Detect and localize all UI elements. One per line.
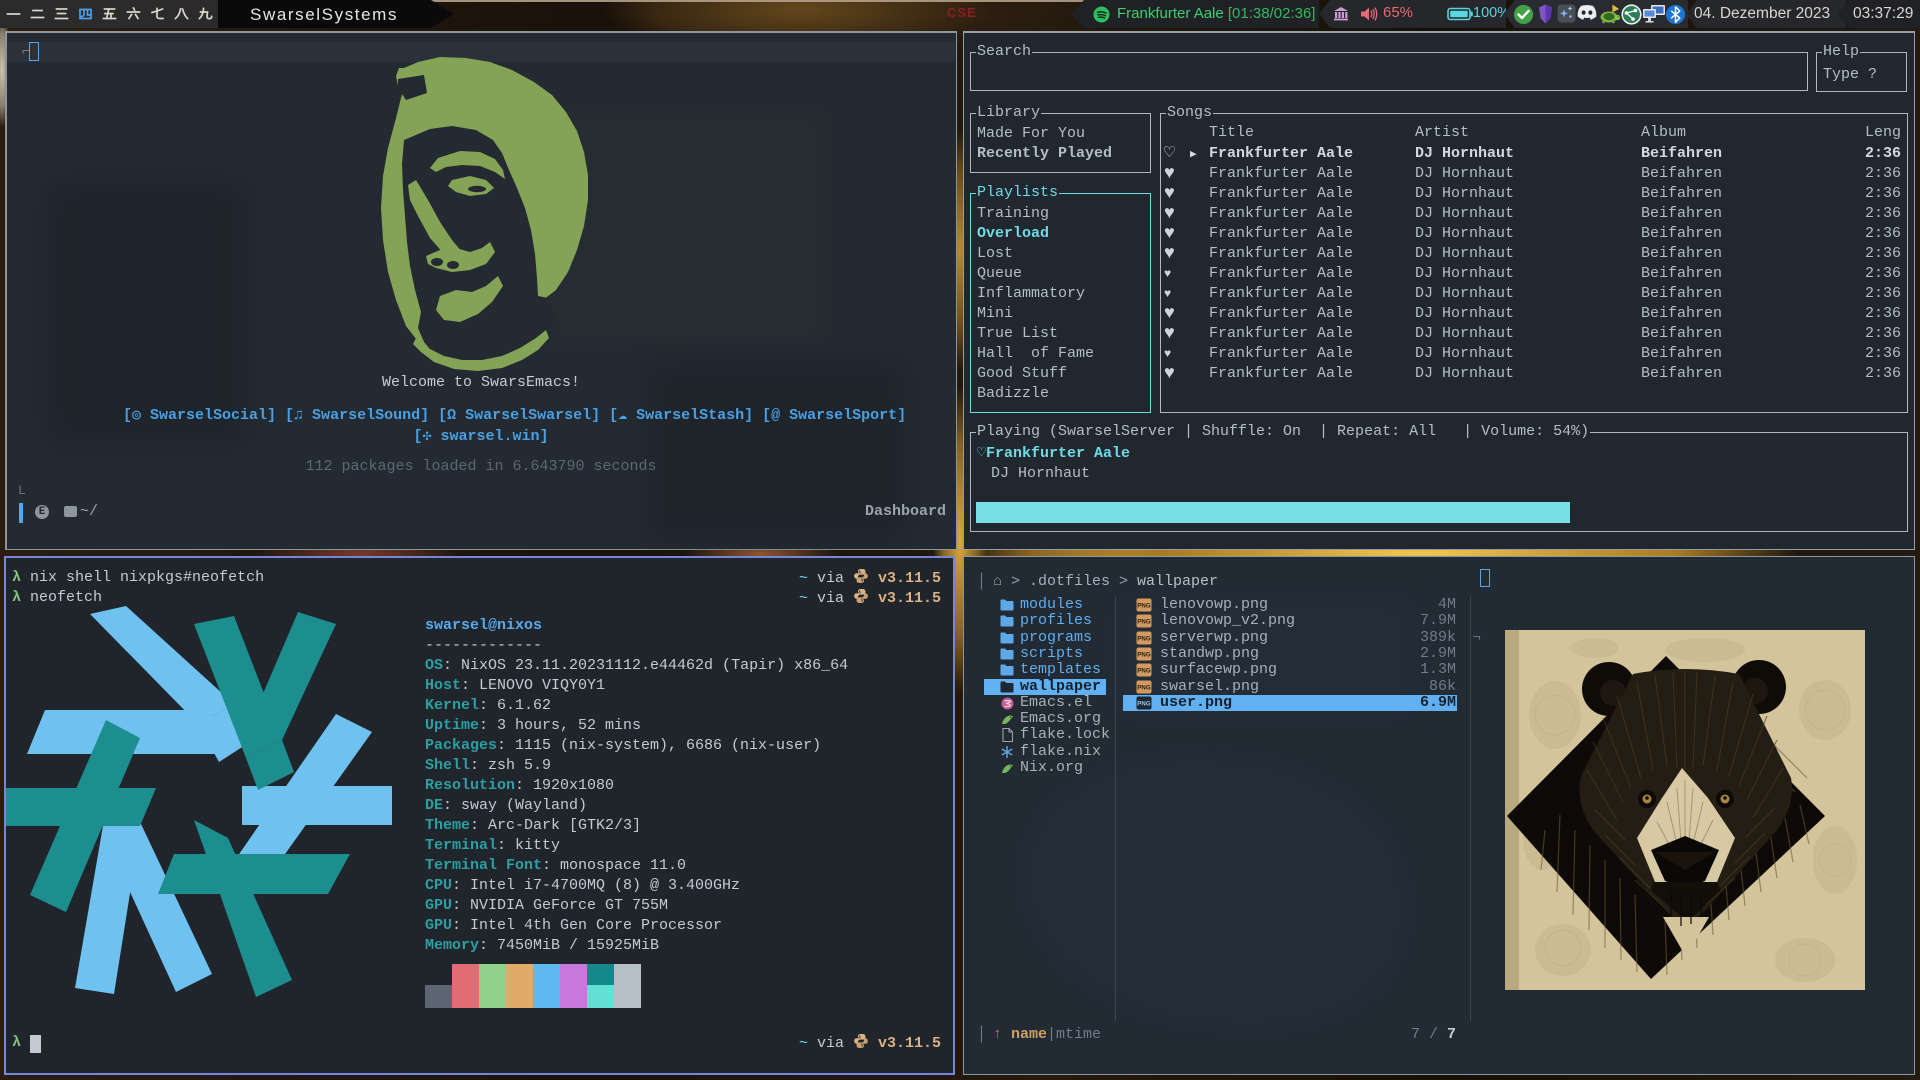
svg-text:PNG: PNG bbox=[1137, 700, 1151, 707]
svg-text:PNG: PNG bbox=[1137, 684, 1151, 691]
svg-text:PNG: PNG bbox=[1137, 619, 1151, 626]
svg-text:PNG: PNG bbox=[1137, 635, 1151, 642]
svg-text:PNG: PNG bbox=[1137, 651, 1151, 658]
svg-text:PNG: PNG bbox=[1137, 603, 1151, 610]
svg-text:PNG: PNG bbox=[1137, 668, 1151, 675]
